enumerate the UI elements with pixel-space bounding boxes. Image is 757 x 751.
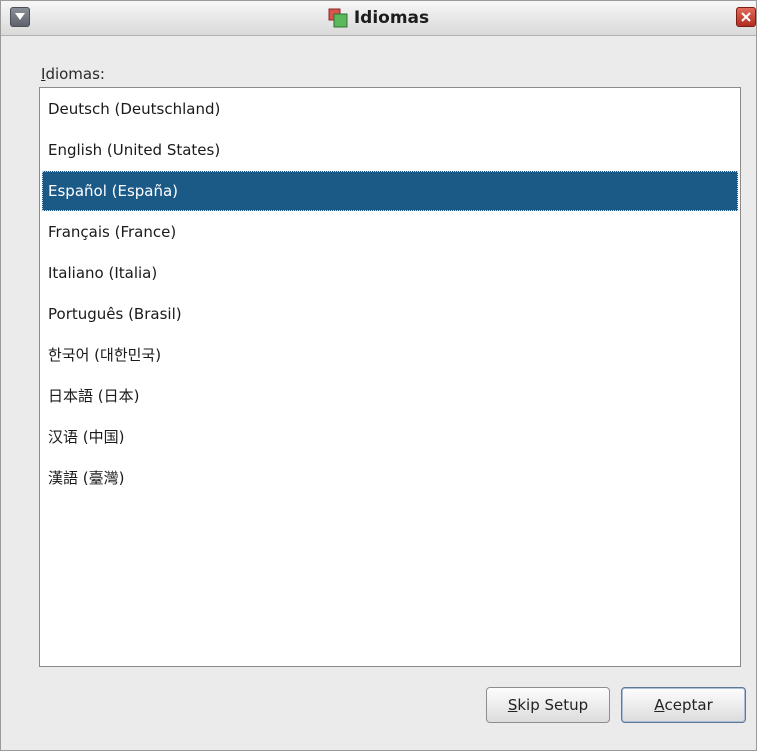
language-list-item[interactable]: Deutsch (Deutschland)	[42, 89, 738, 129]
language-list-item[interactable]: Español (España)	[42, 171, 738, 211]
accept-button[interactable]: Aceptar	[621, 687, 746, 723]
language-list-label: Idiomas:	[41, 65, 105, 83]
title-bar[interactable]: Idiomas	[1, 1, 756, 36]
dialog-window: Idiomas Idiomas: Deutsch (Deutschland) En…	[0, 0, 757, 751]
language-list-item[interactable]: Português (Brasil)	[42, 294, 738, 334]
language-list-item[interactable]: 한국어 (대한민국)	[42, 335, 738, 375]
window-title: Idiomas	[353, 8, 430, 28]
app-icon	[328, 8, 348, 28]
skip-setup-button[interactable]: Skip Setup	[486, 687, 610, 723]
language-list-item[interactable]: English (United States)	[42, 130, 738, 170]
title-container: Idiomas	[1, 1, 756, 35]
close-icon	[741, 12, 751, 22]
language-list-item[interactable]: Italiano (Italia)	[42, 253, 738, 293]
language-list-item[interactable]: 漢語 (臺灣)	[42, 458, 738, 498]
language-list-item[interactable]: 汉语 (中国)	[42, 417, 738, 457]
language-list-item[interactable]: Français (France)	[42, 212, 738, 252]
close-button[interactable]	[736, 7, 756, 27]
language-list[interactable]: Deutsch (Deutschland) English (United Sta…	[39, 87, 741, 667]
language-list-item[interactable]: 日本語 (日本)	[42, 376, 738, 416]
